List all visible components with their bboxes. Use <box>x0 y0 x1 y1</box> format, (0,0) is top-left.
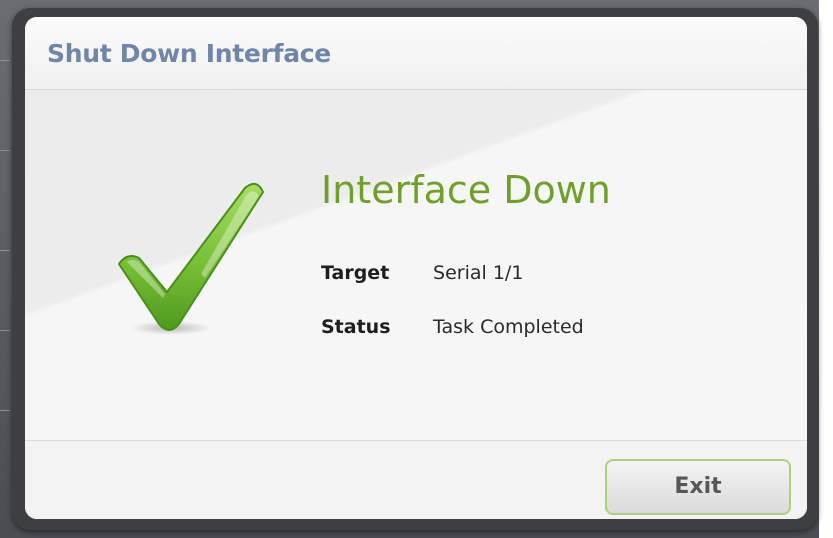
target-row: Target Serial 1/1 <box>321 262 523 284</box>
result-headline: Interface Down <box>321 168 611 212</box>
status-row: Status Task Completed <box>321 316 584 338</box>
dialog-title: Shut Down Interface <box>47 39 331 68</box>
background-edge <box>819 0 833 538</box>
exit-button[interactable]: Exit <box>605 459 791 515</box>
background-stripe <box>0 250 10 251</box>
dialog-footer: Exit <box>25 440 807 519</box>
dialog-body: Shut Down Interface Interface Down Targe… <box>25 17 807 519</box>
status-label: Status <box>321 316 391 338</box>
dialog-title-bar: Shut Down Interface <box>25 17 807 90</box>
background-stripe <box>0 410 10 411</box>
target-label: Target <box>321 262 390 284</box>
target-value: Serial 1/1 <box>433 262 524 284</box>
background-stripe <box>0 150 10 151</box>
shutdown-dialog: Shut Down Interface Interface Down Targe… <box>12 8 818 530</box>
status-value: Task Completed <box>433 316 584 338</box>
checkmark-icon <box>118 182 264 335</box>
background-stripe <box>0 60 10 61</box>
dialog-content: Interface Down Target Serial 1/1 Status … <box>25 90 807 440</box>
background-stripe <box>0 330 10 331</box>
